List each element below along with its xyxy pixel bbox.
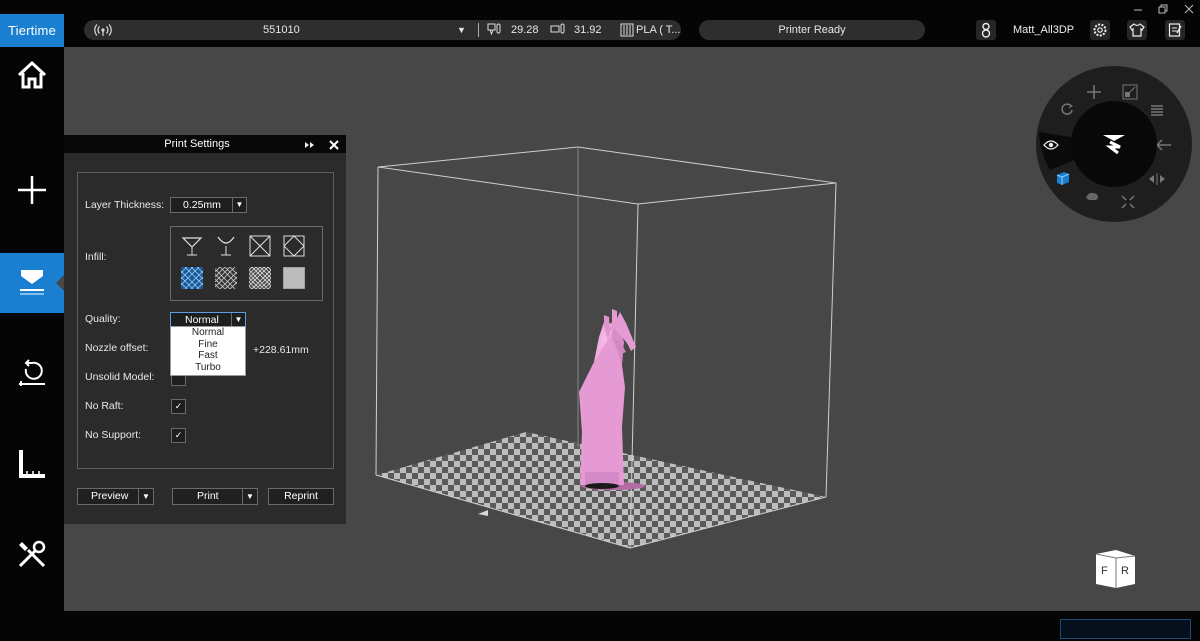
quality-value: Normal bbox=[185, 314, 219, 326]
sidebar-item-tools[interactable] bbox=[0, 526, 64, 586]
print-label: Print bbox=[197, 490, 219, 502]
layer-thickness-dropdown[interactable]: 0.25mm ▼ bbox=[170, 197, 247, 213]
wireless-icon bbox=[94, 23, 112, 42]
skin-shirt-icon[interactable] bbox=[1127, 20, 1147, 40]
tiertime-emblem-icon bbox=[1101, 131, 1127, 162]
print-icon bbox=[17, 266, 47, 301]
view-cube-front[interactable]: F bbox=[1101, 565, 1108, 577]
infill-dense-icon[interactable] bbox=[248, 266, 272, 290]
settings-gear-icon[interactable] bbox=[1090, 20, 1110, 40]
tiertime-logo: Tiertime bbox=[0, 14, 64, 47]
filament-icon bbox=[620, 23, 634, 42]
nozzle-temperature: 29.28 bbox=[511, 24, 539, 36]
chevron-down-icon[interactable]: ▼ bbox=[242, 489, 257, 504]
no-raft-label: No Raft: bbox=[85, 400, 124, 412]
hand-pan-icon[interactable] bbox=[1084, 190, 1100, 209]
infill-medium-icon[interactable] bbox=[214, 266, 238, 290]
bed-corner-marker bbox=[478, 510, 488, 516]
quality-option-normal[interactable]: Normal bbox=[171, 327, 245, 339]
sidebar-item-maintenance[interactable] bbox=[0, 344, 64, 404]
print-settings-panel: Print Settings Layer Thickness: 0.25mm ▼… bbox=[64, 135, 346, 524]
quality-option-fine[interactable]: Fine bbox=[171, 339, 245, 351]
cube-view-icon[interactable] bbox=[1055, 170, 1071, 191]
bottom-status-bar bbox=[64, 611, 1200, 641]
print-button[interactable]: Print ▼ bbox=[172, 488, 258, 505]
reprint-button[interactable]: Reprint bbox=[268, 488, 334, 505]
nozzle-temp-icon bbox=[486, 23, 502, 42]
printer-info-bar[interactable]: 551010 ▼ 29.28 31.92 PLA ( T... bbox=[84, 20, 681, 40]
progress-field bbox=[1060, 619, 1191, 639]
layer-thickness-label: Layer Thickness: bbox=[85, 199, 165, 211]
printer-status: Printer Ready bbox=[699, 20, 925, 40]
sidebar-item-add[interactable] bbox=[0, 162, 64, 222]
infill-label: Infill: bbox=[85, 251, 107, 263]
eye-view-icon[interactable] bbox=[1043, 138, 1059, 156]
sidebar-item-home[interactable] bbox=[0, 47, 64, 107]
panel-title: Print Settings bbox=[164, 138, 230, 150]
no-support-checkbox[interactable]: ✓ bbox=[171, 428, 186, 443]
plus-icon bbox=[17, 175, 47, 210]
sidebar-item-calibrate[interactable] bbox=[0, 435, 64, 495]
infill-loose-selected-icon[interactable] bbox=[180, 266, 204, 290]
preview-button[interactable]: Preview ▼ bbox=[77, 488, 154, 505]
bed-temp-icon bbox=[550, 23, 566, 42]
nozzle-offset-value: +228.61mm bbox=[253, 344, 309, 356]
view-cube-right[interactable]: R bbox=[1121, 565, 1129, 577]
layer-thickness-value: 0.25mm bbox=[183, 199, 221, 211]
bed-temperature: 31.92 bbox=[574, 24, 602, 36]
restore-icon[interactable] bbox=[1158, 1, 1168, 19]
panel-header: Print Settings bbox=[64, 135, 346, 153]
quality-option-fast[interactable]: Fast bbox=[171, 350, 245, 362]
rotate-icon[interactable] bbox=[1060, 102, 1074, 121]
infill-solid-icon[interactable] bbox=[282, 266, 306, 290]
infill-hollow-icon[interactable] bbox=[249, 235, 271, 257]
close-panel-icon[interactable] bbox=[328, 138, 340, 156]
top-bar: Tiertime 551010 ▼ 29.28 31.92 PLA ( T...… bbox=[0, 0, 1200, 47]
calibration-icon bbox=[17, 448, 47, 483]
infill-shell-icon[interactable] bbox=[181, 235, 203, 257]
radial-center-button[interactable] bbox=[1071, 101, 1157, 187]
maintenance-icon bbox=[17, 357, 47, 392]
quality-option-turbo[interactable]: Turbo bbox=[171, 362, 245, 374]
layers-icon[interactable] bbox=[1150, 104, 1164, 123]
material-label: PLA ( T... bbox=[636, 24, 681, 36]
chevron-down-icon[interactable]: ▼ bbox=[138, 489, 153, 504]
divider bbox=[478, 23, 479, 37]
unsolid-model-label: Unsolid Model: bbox=[85, 371, 155, 383]
sidebar-item-print[interactable] bbox=[0, 253, 64, 313]
tools-icon bbox=[16, 538, 48, 575]
home-icon bbox=[16, 60, 48, 95]
printer-select-arrow[interactable]: ▼ bbox=[457, 20, 466, 40]
fit-icon[interactable] bbox=[1120, 194, 1136, 215]
infill-surface-icon[interactable] bbox=[215, 235, 237, 257]
quality-label: Quality: bbox=[85, 313, 121, 325]
view-cube[interactable]: F R bbox=[1075, 544, 1137, 590]
add-model-icon[interactable] bbox=[1086, 84, 1102, 105]
chevron-down-icon: ▼ bbox=[232, 198, 246, 212]
expand-panel-icon[interactable] bbox=[304, 138, 316, 156]
nozzle-offset-label: Nozzle offset: bbox=[85, 342, 149, 354]
minimize-icon[interactable] bbox=[1133, 1, 1143, 19]
user-icon[interactable] bbox=[976, 20, 996, 40]
infill-options bbox=[170, 226, 323, 301]
quality-options-list: Normal Fine Fast Turbo bbox=[170, 326, 246, 376]
close-window-icon[interactable] bbox=[1184, 1, 1194, 19]
user-name[interactable]: Matt_All3DP bbox=[1013, 20, 1074, 40]
left-sidebar bbox=[0, 47, 65, 641]
device-id: 551010 bbox=[263, 24, 300, 36]
chevron-down-icon: ▼ bbox=[231, 313, 245, 327]
mirror-icon[interactable] bbox=[1148, 172, 1166, 191]
no-raft-checkbox[interactable]: ✓ bbox=[171, 399, 186, 414]
infill-diamond-icon[interactable] bbox=[283, 235, 305, 257]
preview-label: Preview bbox=[91, 490, 129, 502]
edit-notes-icon[interactable] bbox=[1165, 20, 1185, 40]
no-support-label: No Support: bbox=[85, 429, 142, 441]
undo-icon[interactable] bbox=[1155, 138, 1172, 157]
